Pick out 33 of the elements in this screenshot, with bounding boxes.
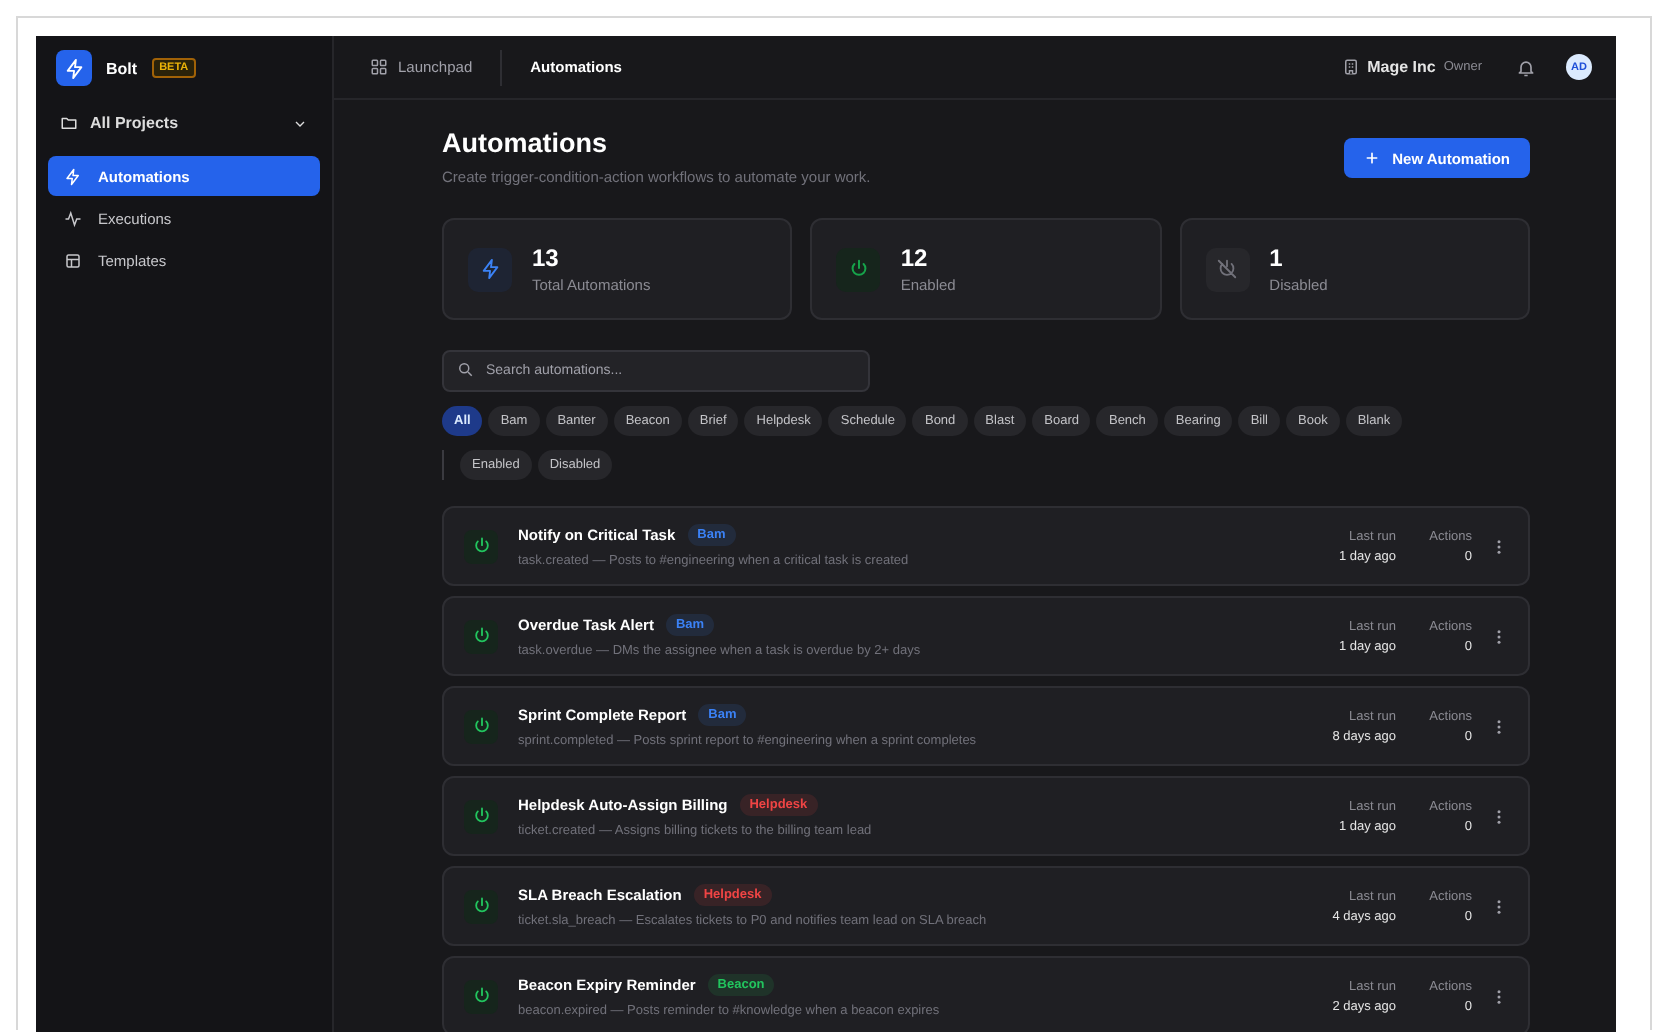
bolt-icon [63,57,85,79]
grid-icon [370,58,388,76]
power-icon [471,986,491,1006]
power-icon [471,716,491,736]
organization-name: Mage Inc [1367,58,1436,76]
notifications-button[interactable] [1516,57,1536,77]
brand-name: Bolt [106,59,138,77]
search-icon [456,360,474,378]
folder-icon [60,114,78,132]
template-icon [64,251,82,269]
building-icon [1341,58,1360,76]
enable-toggle[interactable] [464,979,498,1013]
enable-toggle[interactable] [464,889,498,923]
stat-value: 1 [1269,244,1285,272]
stat-value: 12 [900,244,930,272]
pulse-icon [64,209,82,227]
page-title: Automations [442,128,609,158]
bell-icon [1516,57,1536,77]
project-selector[interactable]: All Projects [48,106,320,140]
power-icon [471,626,491,646]
power-off-icon [1216,258,1239,280]
power-icon [471,896,491,916]
enable-toggle[interactable] [464,619,498,653]
enable-toggle[interactable] [464,709,498,743]
power-icon [471,806,491,826]
bolt-icon [64,167,82,185]
enable-toggle[interactable] [464,799,498,833]
enable-toggle[interactable] [464,529,498,563]
power-icon [471,536,491,556]
stat-value: 13 [532,244,561,272]
bolt-icon [479,258,501,280]
power-icon [847,258,870,280]
plus-icon [1364,150,1381,166]
